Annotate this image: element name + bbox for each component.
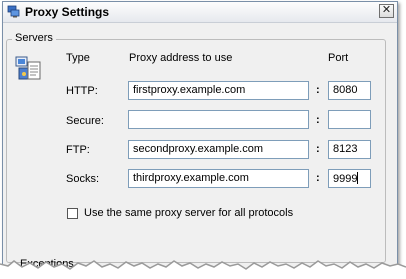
port-column-header: Port — [328, 52, 349, 64]
socks-port-value: 9999 — [333, 173, 358, 185]
secure-label: Secure: — [66, 115, 104, 127]
text-caret — [357, 172, 359, 184]
network-computers-icon — [15, 56, 41, 80]
socks-colon: : — [316, 172, 320, 184]
proxy-settings-icon — [7, 5, 20, 18]
address-column-header: Proxy address to use — [129, 52, 233, 64]
secure-port-input[interactable] — [328, 110, 371, 129]
ftp-port-input[interactable]: 8123 — [328, 140, 371, 159]
http-port-input[interactable]: 8080 — [328, 81, 371, 100]
socks-label: Socks: — [66, 173, 100, 185]
same-proxy-checkbox[interactable] — [67, 208, 78, 219]
torn-edge — [0, 260, 406, 279]
ftp-colon: : — [316, 143, 320, 155]
socks-port-input[interactable]: 9999 — [328, 169, 371, 188]
http-address-input[interactable]: firstproxy.example.com — [128, 81, 309, 100]
secure-colon: : — [316, 114, 320, 126]
ftp-address-input[interactable]: secondproxy.example.com — [128, 140, 309, 159]
type-column-header: Type — [66, 52, 90, 64]
title-bar[interactable]: Proxy Settings ✕ — [3, 2, 397, 23]
same-proxy-checkbox-label[interactable]: Use the same proxy server for all protoc… — [84, 207, 293, 219]
close-button[interactable]: ✕ — [379, 4, 394, 18]
socks-address-input[interactable]: thirdproxy.example.com — [128, 169, 309, 188]
secure-address-input[interactable] — [128, 110, 309, 129]
http-colon: : — [316, 84, 320, 96]
window-title: Proxy Settings — [25, 5, 110, 19]
ftp-label: FTP: — [66, 144, 90, 156]
close-icon: ✕ — [381, 4, 392, 16]
http-label: HTTP: — [66, 85, 98, 97]
servers-group-label: Servers — [12, 32, 56, 44]
